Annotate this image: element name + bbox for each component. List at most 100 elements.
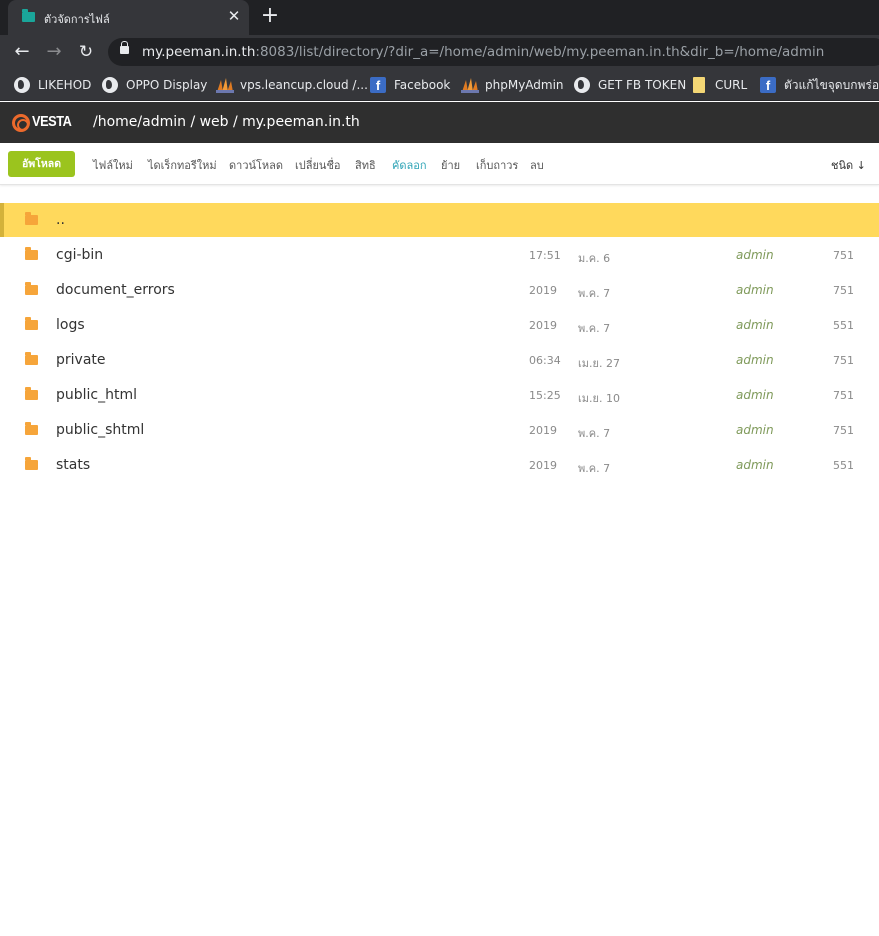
file-owner: admin [736, 248, 774, 262]
file-time: 2019 [529, 424, 557, 437]
url-path: :8083/list/directory/?dir_a=/home/admin/… [255, 44, 825, 60]
bookmark-label: OPPO Display [126, 78, 208, 92]
file-permissions: 751 [833, 424, 854, 437]
new-directory-action[interactable]: ไดเร็กทอรีใหม่ [148, 156, 217, 174]
file-name[interactable]: .. [56, 212, 65, 228]
browser-toolbar: ← → ↻ my.peeman.in.th:8083/list/director… [0, 35, 879, 69]
file-row[interactable]: cgi-bin 17:51 ม.ค. 6 admin 751 [0, 238, 879, 272]
facebook-icon: f [370, 77, 386, 93]
close-tab-icon[interactable]: ✕ [226, 8, 242, 24]
lock-icon [120, 41, 129, 54]
file-permissions: 751 [833, 249, 854, 262]
file-time: 06:34 [529, 354, 561, 367]
file-name[interactable]: public_html [56, 387, 137, 403]
bookmark-label: Facebook [394, 78, 451, 92]
url-host: my.peeman.in.th [142, 44, 256, 60]
file-time: 2019 [529, 319, 557, 332]
file-permissions: 551 [833, 319, 854, 332]
file-name[interactable]: stats [56, 457, 90, 473]
file-name[interactable]: public_shtml [56, 422, 144, 438]
vesta-logo-icon [12, 114, 30, 132]
address-bar[interactable]: my.peeman.in.th:8083/list/directory/?dir… [108, 38, 879, 66]
folder-icon [25, 387, 38, 400]
forward-button[interactable]: → [43, 41, 65, 63]
new-tab-button[interactable]: + [260, 5, 280, 27]
file-time: 2019 [529, 284, 557, 297]
delete-action[interactable]: ลบ [530, 156, 544, 174]
file-owner: admin [736, 353, 774, 367]
download-action[interactable]: ดาวน์โหลด [229, 156, 283, 174]
file-time: 17:51 [529, 249, 561, 262]
sort-by-type[interactable]: ชนิด ↓ [831, 156, 866, 174]
phpmyadmin-icon [461, 78, 479, 93]
phpmyadmin-icon [216, 78, 234, 93]
logo-text: VESTA [32, 113, 72, 130]
bookmarks-bar: LIKEHOD OPPO Display vps.leancup.cloud /… [0, 69, 879, 101]
file-date: เม.ย. 10 [578, 392, 620, 405]
folder-icon [25, 247, 38, 260]
file-date: พ.ค. 7 [578, 322, 611, 335]
move-action[interactable]: ย้าย [441, 156, 460, 174]
file-owner: admin [736, 318, 774, 332]
file-permissions: 751 [833, 389, 854, 402]
file-name[interactable]: document_errors [56, 282, 175, 298]
file-row[interactable]: logs 2019 พ.ค. 7 admin 551 [0, 308, 879, 342]
bookmark-label: phpMyAdmin [485, 78, 564, 92]
bookmark-label: ตัวแก้ไขจุดบกพร่องข [784, 78, 879, 92]
folder-icon [25, 282, 38, 295]
file-date: พ.ค. 7 [578, 287, 611, 300]
file-row[interactable]: private 06:34 เม.ย. 27 admin 751 [0, 343, 879, 377]
bookmark-label: CURL [715, 78, 748, 92]
folder-icon [22, 9, 35, 22]
file-row[interactable]: document_errors 2019 พ.ค. 7 admin 751 [0, 273, 879, 307]
vesta-header: VESTA /home/admin / web / my.peeman.in.t… [0, 102, 879, 143]
file-date: เม.ย. 27 [578, 357, 620, 370]
folder-icon [25, 317, 38, 330]
upload-button[interactable]: อัพโหลด [8, 151, 75, 177]
archive-action[interactable]: เก็บถาวร [476, 156, 518, 174]
globe-icon [102, 77, 118, 93]
globe-icon [574, 77, 590, 93]
globe-icon [14, 77, 30, 93]
file-row[interactable]: public_shtml 2019 พ.ค. 7 admin 751 [0, 413, 879, 447]
file-time: 15:25 [529, 389, 561, 402]
browser-tabstrip: ตัวจัดการไฟล์ ✕ + [0, 0, 879, 35]
file-date: ม.ค. 6 [578, 252, 611, 265]
file-row[interactable]: public_html 15:25 เม.ย. 10 admin 751 [0, 378, 879, 412]
file-owner: admin [736, 423, 774, 437]
url-text: my.peeman.in.th:8083/list/directory/?dir… [142, 44, 824, 60]
bookmark-label: vps.leancup.cloud /... [240, 78, 368, 92]
file-permissions: 751 [833, 354, 854, 367]
file-owner: admin [736, 388, 774, 402]
bookmark-label: LIKEHOD [38, 78, 92, 92]
file-row-parent[interactable]: .. [0, 203, 879, 237]
file-name[interactable]: cgi-bin [56, 247, 103, 263]
facebook-icon: f [760, 77, 776, 93]
reload-button[interactable]: ↻ [75, 41, 97, 63]
browser-tab[interactable]: ตัวจัดการไฟล์ ✕ [8, 0, 249, 35]
file-date: พ.ค. 7 [578, 462, 611, 475]
file-row[interactable]: stats 2019 พ.ค. 7 admin 551 [0, 448, 879, 482]
file-name[interactable]: private [56, 352, 106, 368]
folder-icon [25, 457, 38, 470]
file-time: 2019 [529, 459, 557, 472]
file-permissions: 751 [833, 284, 854, 297]
tab-title: ตัวจัดการไฟล์ [44, 13, 110, 26]
back-button[interactable]: ← [11, 41, 33, 63]
bookmark-label: GET FB TOKEN [598, 78, 687, 92]
folder-icon [25, 352, 38, 365]
new-file-action[interactable]: ไฟล์ใหม่ [93, 156, 133, 174]
rename-action[interactable]: เปลี่ยนชื่อ [295, 156, 341, 174]
folder-icon [25, 212, 38, 225]
permissions-action[interactable]: สิทธิ [355, 156, 376, 174]
file-date: พ.ค. 7 [578, 427, 611, 440]
folder-icon [25, 422, 38, 435]
file-actions-menu: อัพโหลด ไฟล์ใหม่ ไดเร็กทอรีใหม่ ดาวน์โหล… [0, 143, 879, 185]
file-owner: admin [736, 283, 774, 297]
copy-action[interactable]: คัดลอก [392, 156, 427, 174]
file-name[interactable]: logs [56, 317, 85, 333]
breadcrumb[interactable]: /home/admin / web / my.peeman.in.th [93, 114, 360, 130]
file-permissions: 551 [833, 459, 854, 472]
file-owner: admin [736, 458, 774, 472]
note-icon [693, 77, 705, 93]
